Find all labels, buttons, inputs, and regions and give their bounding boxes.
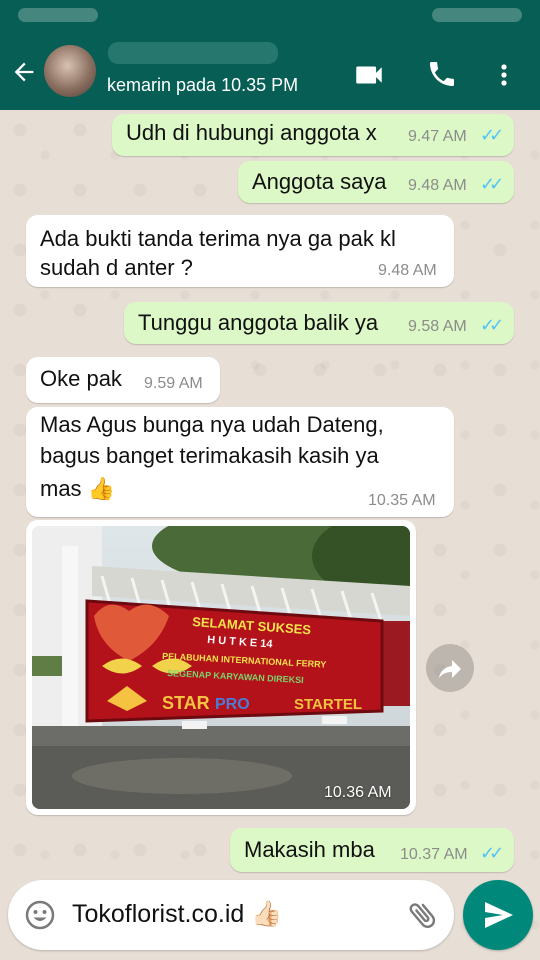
- send-icon: [485, 902, 513, 928]
- message-time: 9.59 AM: [144, 375, 203, 392]
- message-input-bar: Tokoflorist.co.id 👍🏻: [8, 880, 454, 950]
- read-ticks-icon: ✓✓: [480, 125, 504, 145]
- message-time: 9.48 AM: [408, 177, 467, 194]
- message-time: 9.58 AM: [408, 318, 467, 335]
- message-time: 9.47 AM: [408, 128, 467, 145]
- message-bubble-outgoing[interactable]: Tunggu anggota balik ya 9.58 AM ✓✓: [124, 302, 514, 344]
- forward-icon[interactable]: [426, 644, 474, 692]
- phone-icon[interactable]: [426, 58, 460, 92]
- contact-avatar[interactable]: [44, 45, 96, 97]
- message-input[interactable]: Tokoflorist.co.id 👍🏻: [72, 900, 282, 929]
- read-ticks-icon: ✓✓: [480, 843, 504, 863]
- message-text-line: Ada bukti tanda terima nya ga pak kl: [40, 226, 396, 251]
- message-text-line: bagus banget terimakasih kasih ya: [40, 443, 379, 468]
- attach-icon[interactable]: [406, 898, 440, 932]
- photo-thumbnail[interactable]: SELAMAT SUKSES H U T K E 14 PELABUHAN IN…: [32, 526, 410, 809]
- message-text: Anggota saya: [252, 169, 387, 194]
- message-text-line: Mas Agus bunga nya udah Dateng,: [40, 412, 384, 437]
- message-text: Makasih mba: [244, 837, 375, 862]
- read-ticks-icon: ✓✓: [480, 315, 504, 335]
- svg-text:STAR: STAR: [162, 693, 210, 713]
- read-ticks-icon: ✓✓: [480, 174, 504, 194]
- message-text-line: sudah d anter ?: [40, 255, 193, 280]
- more-vert-icon[interactable]: [494, 58, 514, 92]
- message-text: Udh di hubungi anggota x: [126, 120, 377, 145]
- svg-text:STARTEL: STARTEL: [294, 696, 362, 713]
- message-bubble-outgoing[interactable]: Udh di hubungi anggota x 9.47 AM ✓✓: [112, 114, 514, 156]
- message-time: 10.37 AM: [400, 846, 468, 863]
- message-time: 10.35 AM: [368, 492, 436, 509]
- status-bar-left-blur: [18, 8, 98, 22]
- emoji-icon[interactable]: [24, 899, 56, 931]
- chat-header: kemarin pada 10.35 PM: [0, 0, 540, 110]
- last-seen-text: kemarin pada 10.35 PM: [107, 75, 299, 95]
- contact-name[interactable]: [108, 42, 278, 64]
- message-bubble-outgoing[interactable]: Makasih mba 10.37 AM ✓✓: [230, 828, 514, 872]
- message-bubble-incoming[interactable]: Oke pak 9.59 AM: [26, 357, 220, 403]
- message-bubble-incoming[interactable]: Mas Agus bunga nya udah Dateng, bagus ba…: [26, 407, 454, 517]
- send-button[interactable]: [463, 880, 533, 950]
- status-bar: [0, 0, 540, 32]
- message-bubble-incoming[interactable]: Ada bukti tanda terima nya ga pak kl sud…: [26, 215, 454, 287]
- image-time: 10.36 AM: [324, 784, 392, 801]
- svg-text:PRO: PRO: [215, 696, 250, 713]
- message-text: Tunggu anggota balik ya: [138, 310, 379, 335]
- status-bar-right-blur: [432, 8, 522, 22]
- message-text: Oke pak: [40, 366, 122, 391]
- back-arrow-icon[interactable]: [10, 58, 42, 90]
- message-bubble-outgoing[interactable]: Anggota saya 9.48 AM ✓✓: [238, 161, 514, 203]
- message-text-line: mas 👍: [40, 476, 116, 501]
- video-call-icon[interactable]: [352, 58, 386, 92]
- image-message[interactable]: SELAMAT SUKSES H U T K E 14 PELABUHAN IN…: [26, 520, 416, 815]
- message-time: 9.48 AM: [378, 262, 437, 279]
